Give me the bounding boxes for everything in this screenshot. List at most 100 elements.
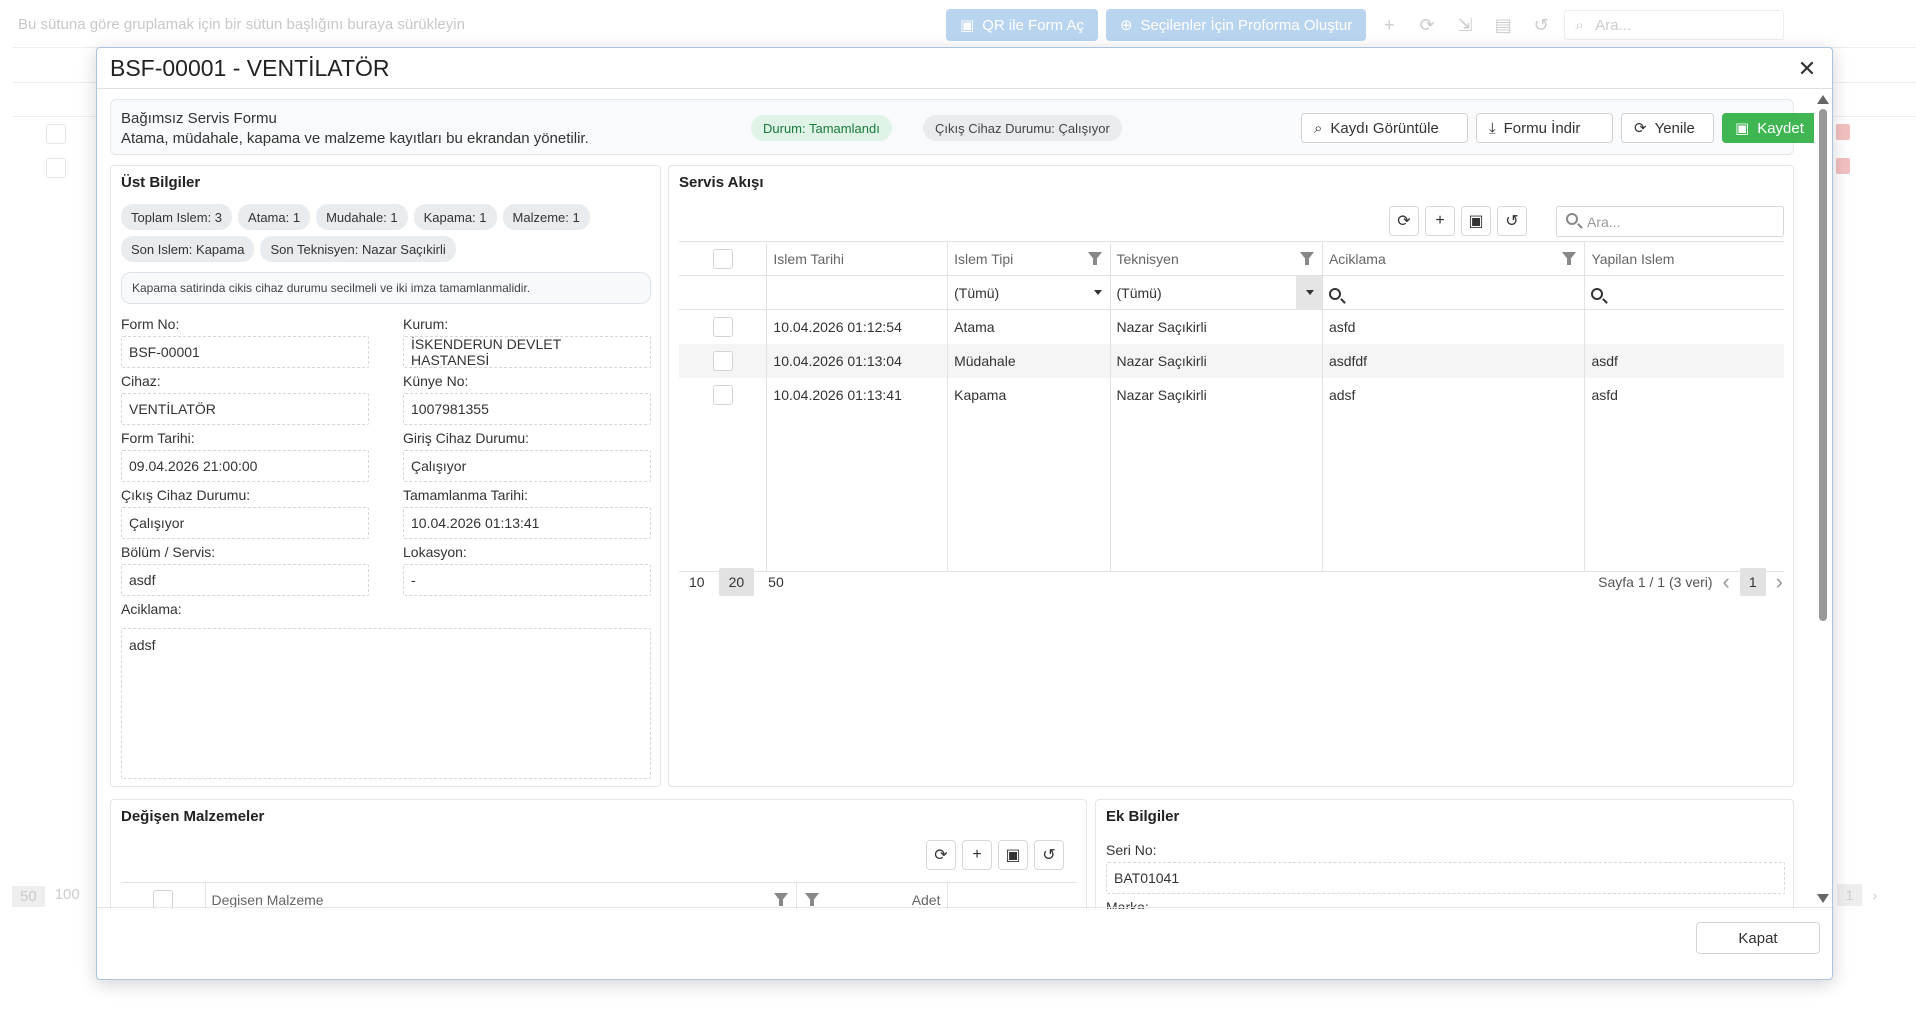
department-label: Bölüm / Servis:: [121, 544, 216, 560]
technician-filter-select[interactable]: (Tümü): [1110, 275, 1323, 310]
page-size-option[interactable]: 20: [718, 568, 755, 596]
table-row[interactable]: 10.04.2026 01:13:04 Müdahale Nazar Saçık…: [679, 343, 1784, 378]
location-label: Lokasyon:: [403, 544, 467, 560]
dropdown-button[interactable]: [1295, 276, 1322, 309]
page-size-50[interactable]: 50: [12, 886, 45, 907]
select-all-header[interactable]: [679, 241, 768, 276]
row-checkbox[interactable]: [46, 124, 66, 144]
filter-icon[interactable]: [804, 893, 819, 906]
page-number[interactable]: 1: [1739, 568, 1766, 596]
column-header[interactable]: Islem Tarihi: [766, 241, 949, 276]
chevron-right-icon[interactable]: ›: [1872, 887, 1877, 903]
table-cell: Nazar Saçıkirli: [1110, 343, 1323, 378]
add-icon[interactable]: +: [1425, 206, 1455, 236]
row-select-cell[interactable]: [679, 377, 768, 412]
type-filter-select[interactable]: (Tümü): [947, 275, 1111, 310]
table-row[interactable]: 10.04.2026 01:13:41 Kapama Nazar Saçıkir…: [679, 377, 1784, 412]
page-size-option[interactable]: 10: [679, 568, 715, 596]
filter-icon[interactable]: [1562, 252, 1577, 265]
row-checkbox[interactable]: [712, 316, 733, 337]
filter-cell[interactable]: [766, 275, 949, 310]
proforma-button[interactable]: ⊕ Seçilenler İçin Proforma Oluştur: [1105, 9, 1367, 41]
chevron-left-icon[interactable]: ‹: [1723, 571, 1730, 593]
search-icon: [1328, 287, 1341, 300]
cihaz-field[interactable]: VENTİLATÖR: [121, 393, 369, 425]
kurum-field[interactable]: İSKENDERUN DEVLET HASTANESİ: [403, 336, 651, 368]
column-header[interactable]: Teknisyen: [1110, 241, 1323, 276]
table-cell: 10.04.2026 01:13:04: [766, 343, 949, 378]
table-row[interactable]: 10.04.2026 01:12:54 Atama Nazar Saçıkirl…: [679, 309, 1784, 344]
entry-status-field[interactable]: Çalışıyor: [403, 450, 651, 482]
form-no-field[interactable]: BSF-00001: [121, 336, 369, 368]
filter-icon[interactable]: [1299, 252, 1314, 265]
qr-form-button[interactable]: ▣ QR ile Form Aç: [946, 9, 1098, 41]
dialog-footer: Kapat: [97, 907, 1832, 979]
refresh-icon[interactable]: ⟳: [1389, 206, 1419, 236]
table-cell: Nazar Saçıkirli: [1110, 309, 1323, 344]
columns-icon[interactable]: ▤: [1488, 10, 1518, 40]
page-size-100[interactable]: 100: [55, 886, 80, 907]
view-record-button[interactable]: ⌕ Kaydı Görüntüle: [1301, 113, 1468, 143]
add-icon[interactable]: +: [1374, 10, 1404, 40]
scroll-down-icon[interactable]: [1817, 894, 1829, 903]
undo-icon[interactable]: ↺: [1034, 840, 1064, 870]
entry-status-label: Giriş Cihaz Durumu:: [403, 430, 530, 446]
kunye-label: Künye No:: [403, 373, 469, 389]
chevron-down-icon: [1093, 290, 1102, 295]
save-icon[interactable]: ▣: [1461, 206, 1491, 236]
dialog-title: BSF-00001 - VENTİLATÖR: [110, 55, 390, 81]
select-all-checkbox[interactable]: [712, 248, 733, 269]
save-icon[interactable]: ▣: [998, 840, 1028, 870]
filter-icon[interactable]: [1087, 252, 1102, 265]
undo-icon[interactable]: ↺: [1526, 10, 1556, 40]
close-icon[interactable]: ✕: [1792, 54, 1822, 84]
scroll-thumb[interactable]: [1819, 109, 1827, 621]
serial-field[interactable]: BAT01041: [1106, 862, 1785, 894]
dialog-scrollbar[interactable]: [1814, 89, 1832, 909]
close-button[interactable]: Kapat: [1696, 922, 1820, 954]
form-date-field[interactable]: 09.04.2026 21:00:00: [121, 450, 369, 482]
department-field[interactable]: asdf: [121, 564, 369, 596]
summary-chips: Toplam Islem: 3 Atama: 1 Mudahale: 1 Kap…: [121, 204, 651, 262]
page-number[interactable]: 1: [1836, 884, 1863, 906]
exit-status-field[interactable]: Çalışıyor: [121, 507, 369, 539]
select-all-header[interactable]: [121, 882, 206, 909]
grid-search-input[interactable]: Ara...: [1556, 206, 1784, 237]
row-checkbox[interactable]: [712, 350, 733, 371]
refresh-icon[interactable]: ⟳: [926, 840, 956, 870]
action-filter-input[interactable]: [1584, 275, 1784, 310]
description-filter-input[interactable]: [1322, 275, 1586, 310]
row-checkbox[interactable]: [712, 384, 733, 405]
column-header[interactable]: Degisen Malzeme: [205, 882, 797, 909]
refresh-icon[interactable]: ⟳: [1412, 10, 1442, 40]
trash-icon[interactable]: [1836, 158, 1850, 174]
refresh-button[interactable]: ⟳ Yenile: [1621, 113, 1714, 143]
chevron-down-icon: [1305, 290, 1314, 295]
column-header[interactable]: Adet: [796, 882, 948, 909]
column-header[interactable]: Yapilan Islem: [1584, 241, 1784, 276]
kurum-label: Kurum:: [403, 316, 449, 332]
chevron-right-icon[interactable]: ›: [1776, 571, 1783, 593]
column-header[interactable]: Islem Tipi: [947, 241, 1111, 276]
scroll-up-icon[interactable]: [1817, 95, 1829, 104]
filter-icon[interactable]: [773, 893, 788, 906]
completion-date-field[interactable]: 10.04.2026 01:13:41: [403, 507, 651, 539]
grid-toolbar: ⟳ + ▣ ↺: [1389, 206, 1527, 236]
chip-mudahale: Mudahale: 1: [316, 204, 408, 230]
description-textarea[interactable]: adsf: [121, 628, 651, 779]
export-icon[interactable]: ⇲: [1450, 10, 1480, 40]
page-size-option[interactable]: 50: [758, 568, 794, 596]
row-select-cell[interactable]: [679, 309, 768, 344]
kunye-field[interactable]: 1007981355: [403, 393, 651, 425]
location-field[interactable]: -: [403, 564, 651, 596]
column-header[interactable]: Aciklama: [1322, 241, 1586, 276]
download-form-button[interactable]: ⤓ Formu İndir: [1476, 113, 1613, 143]
trash-icon[interactable]: [1836, 124, 1850, 140]
row-select-cell[interactable]: [679, 343, 768, 378]
grid-header-row: Islem Tarihi Islem Tipi Teknisyen Acikla…: [679, 241, 1784, 276]
undo-icon[interactable]: ↺: [1497, 206, 1527, 236]
background-search-input[interactable]: Ara...: [1564, 10, 1785, 41]
add-icon[interactable]: +: [962, 840, 992, 870]
row-checkbox[interactable]: [46, 158, 66, 178]
save-button[interactable]: ▣ Kaydet: [1722, 113, 1814, 143]
